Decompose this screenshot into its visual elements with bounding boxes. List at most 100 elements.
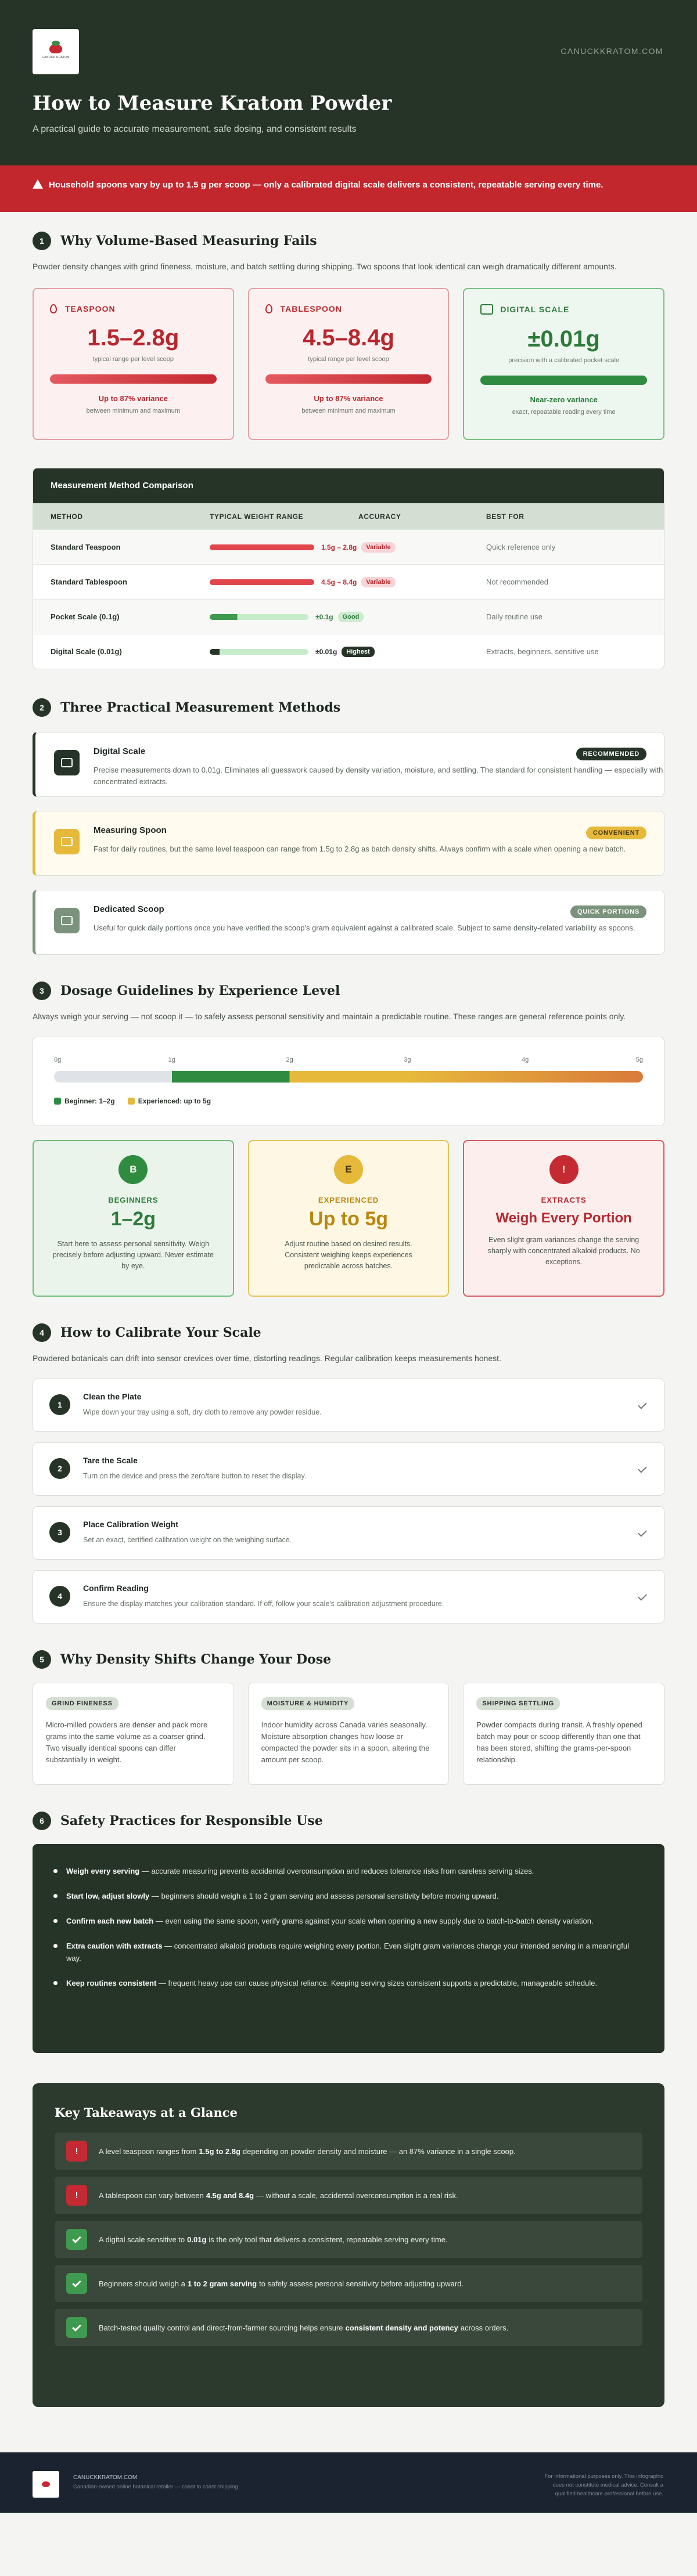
accuracy-badge: Highest [342, 646, 375, 657]
card-sub: precision with a calibrated pocket scale [508, 357, 620, 364]
takeaway-pre: Beginners should weigh a [99, 2279, 185, 2288]
card-label: TEASPOON [65, 304, 116, 313]
range-bar [210, 648, 308, 655]
column-header: BEST FOR [486, 512, 524, 521]
takeaway-post: depending on powder density and moisture… [242, 2146, 516, 2156]
takeaway-bold: 0.01g [187, 2235, 207, 2244]
calibration-step[interactable]: 4 Confirm Reading Ensure the display mat… [33, 1570, 664, 1623]
takeaway-bold: 4.5g and 8.4g [206, 2191, 254, 2200]
step-title: Clean the Plate [83, 1392, 142, 1401]
safety-item-text: — beginners should weigh a 1 to 2 gram s… [149, 1892, 499, 1900]
section-1-header: 1 Why Volume-Based Measuring Fails [33, 232, 664, 250]
card-label: TABLESPOON [280, 304, 342, 313]
spoon-icon [265, 304, 272, 313]
calibration-step[interactable]: 3 Place Calibration Weight Set an exact,… [33, 1506, 664, 1560]
card-value: 4.5–8.4g [303, 325, 394, 351]
section-title: Dosage Guidelines by Experience Level [60, 983, 340, 998]
method-cell: Pocket Scale (0.1g) [51, 612, 120, 621]
page: CANUCK KRATOM CANUCKKRATOM.COM How to Me… [0, 0, 697, 2513]
step-number: 4 [49, 1586, 70, 1607]
table-title: Measurement Method Comparison [33, 468, 664, 503]
page-footer: CANUCKKRATOM.COM Canadian-owned online b… [0, 2452, 697, 2513]
extracts-card: ! EXTRACTS Weigh Every Portion Even slig… [463, 1140, 665, 1297]
method-badge: RECOMMENDED [576, 748, 646, 760]
variance-bar [265, 374, 432, 384]
method-cell: Standard Teaspoon [51, 543, 121, 551]
legend-item: Beginner: 1–2g [54, 1096, 115, 1105]
safety-item: Start low, adjust slowly — beginners sho… [53, 1890, 644, 1902]
density-tag: SHIPPING SETTLING [476, 1697, 560, 1710]
level-desc: Even slight gram variances change the se… [487, 1236, 640, 1266]
variance-bar [50, 374, 217, 384]
section-number: 2 [33, 698, 51, 717]
step-number: 2 [49, 1458, 70, 1479]
density-text: Micro-milled powders are denser and pack… [46, 1720, 208, 1764]
range-bar [210, 544, 314, 550]
step-desc: Set an exact, certified calibration weig… [83, 1536, 292, 1544]
range-value: ±0.1g [315, 612, 333, 621]
main-content: 1 Why Volume-Based Measuring Fails Powde… [0, 232, 697, 2407]
page-title: How to Measure Kratom Powder [33, 92, 392, 115]
takeaway-item: A digital scale sensitive to 0.01g is the … [55, 2221, 642, 2258]
method-desc: Precise measurements down to 0.01g. Elim… [94, 766, 663, 786]
takeaway-pre: A level teaspoon ranges from [99, 2146, 197, 2156]
brand-logo[interactable]: CANUCK KRATOM [33, 29, 79, 74]
dosage-range-bar [54, 1071, 643, 1083]
method-title: Dedicated Scoop [94, 904, 164, 914]
safety-item-text: — frequent heavy use can cause physical … [156, 1979, 598, 1987]
hero-header: CANUCK KRATOM CANUCKKRATOM.COM How to Me… [0, 0, 697, 165]
tick-label: 3g [404, 1056, 411, 1063]
safety-list: Weigh every serving — accurate measuring… [33, 1844, 664, 2053]
safety-item-title: Extra caution with extracts [66, 1942, 163, 1950]
step-title: Place Calibration Weight [83, 1520, 178, 1529]
range-bar [210, 614, 308, 620]
variance-text: Near-zero variance [530, 395, 598, 404]
dosage-scale: 0g 1g 2g 3g 4g 5g Beginner: 1–2g Experie… [33, 1037, 664, 1126]
level-desc: Start here to assess personal sensitivit… [52, 1240, 214, 1270]
takeaway-item: Beginners should weigh a1 to 2 gram serv… [55, 2265, 642, 2302]
leaf-icon [42, 2481, 50, 2487]
site-url[interactable]: CANUCKKRATOM.COM [561, 46, 663, 56]
section-title: Why Density Shifts Change Your Dose [60, 1652, 332, 1667]
density-tag: MOISTURE & HUMIDITY [261, 1697, 355, 1710]
best-for-cell: Daily routine use [486, 612, 542, 621]
takeaways-title: Key Takeaways at a Glance [55, 2105, 238, 2120]
footer-site[interactable]: CANUCKKRATOM.COM [73, 2474, 137, 2481]
takeaway-bold: 1.5g to 2.8g [199, 2146, 240, 2156]
safety-item-title: Keep routines consistent [66, 1979, 157, 1987]
accuracy-badge: Good [337, 611, 364, 622]
card-value: ±0.01g [527, 326, 600, 352]
alert-icon: ! [66, 2185, 87, 2206]
takeaway-item: Batch-tested quality control and direct-… [55, 2309, 642, 2346]
takeaway-text: Batch-tested quality control and direct-… [99, 2324, 508, 2332]
method-desc: Fast for daily routines, but the same le… [94, 845, 626, 853]
legend-label: Experienced: up to 5g [138, 1097, 211, 1105]
footer-disclaimer: For informational purposes only. This in… [544, 2473, 663, 2497]
safety-item-title: Start low, adjust slowly [66, 1892, 150, 1900]
level-value: Up to 5g [309, 1208, 388, 1230]
warning-banner: Household spoons vary by up to 1.5 g per… [0, 165, 697, 212]
section-6-header: 6 Safety Practices for Responsible Use [33, 1812, 664, 1830]
level-value: 1–2g [110, 1208, 156, 1230]
table-row: Pocket Scale (0.1g) ±0.1g Good Daily rout… [33, 599, 664, 634]
variance-sub: exact, repeatable reading every time [512, 409, 616, 416]
safety-item: Confirm each new batch — even using the … [53, 1915, 644, 1927]
footer-tagline: Canadian-owned online botanical retailer… [73, 2484, 238, 2490]
step-desc: Turn on the device and press the zero/ta… [83, 1472, 307, 1480]
takeaway-text: A digital scale sensitive to 0.01g is the … [99, 2235, 448, 2244]
calibration-step[interactable]: 1 Clean the Plate Wipe down your tray us… [33, 1379, 664, 1432]
variance-text: Up to 87% variance [98, 394, 168, 403]
section-number: 1 [33, 232, 51, 250]
tick-label: 4g [522, 1056, 529, 1063]
section-number: 4 [33, 1323, 51, 1342]
level-desc: Adjust routine based on desired results.… [285, 1240, 412, 1270]
tick-label: 2g [286, 1056, 293, 1063]
card-value: 1.5–2.8g [87, 325, 179, 351]
method-badge: CONVENIENT [585, 827, 646, 839]
level-label: EXPERIENCED [318, 1196, 379, 1204]
footer-logo[interactable] [33, 2471, 59, 2498]
calibration-step[interactable]: 2 Tare the Scale Turn on the device and … [33, 1442, 664, 1496]
range-value: 1.5g – 2.8g [321, 543, 357, 551]
scale-ticks: 0g 1g 2g 3g 4g 5g [54, 1056, 643, 1065]
volume-cards: TEASPOON 1.5–2.8g typical range per leve… [33, 288, 665, 440]
